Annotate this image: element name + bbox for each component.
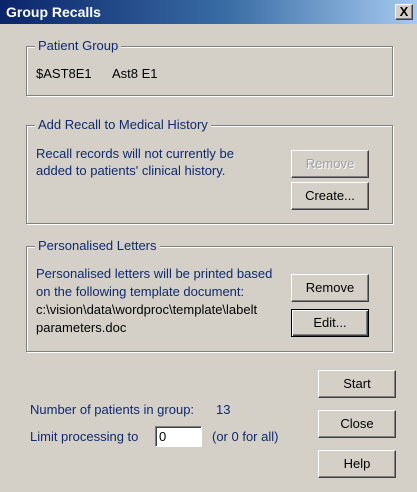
limit-processing-label: Limit processing to — [30, 429, 139, 444]
patients-count-value: 13 — [216, 402, 231, 417]
letters-message-line2: on the following template document: — [36, 284, 245, 299]
window-title: Group Recalls — [6, 4, 101, 20]
personalised-letters-box: Personalised Letters Personalised letter… — [26, 238, 393, 352]
limit-processing-input[interactable] — [155, 426, 202, 447]
add-recall-message-line2: added to patients' clinical history. — [36, 163, 226, 178]
remove-recall-button[interactable]: Remove — [291, 150, 369, 178]
add-recall-message-line1: Recall records will not currently be — [36, 146, 234, 161]
start-button[interactable]: Start — [318, 370, 396, 398]
add-recall-box: Add Recall to Medical History Recall rec… — [26, 117, 393, 224]
close-window-button[interactable]: X — [395, 4, 413, 20]
help-button[interactable]: Help — [318, 450, 396, 478]
create-recall-button[interactable]: Create... — [291, 182, 369, 210]
patient-group-box: Patient Group $AST8E1 Ast8 E1 — [26, 38, 393, 96]
patients-count-label: Number of patients in group: — [30, 402, 195, 417]
personalised-letters-legend: Personalised Letters — [35, 238, 160, 253]
patient-group-legend: Patient Group — [35, 38, 122, 53]
limit-processing-hint: (or 0 for all) — [212, 429, 279, 444]
patient-group-name: Ast8 E1 — [112, 66, 158, 81]
add-recall-legend: Add Recall to Medical History — [35, 117, 211, 132]
title-bar: Group Recalls X — [0, 0, 417, 24]
patient-group-code: $AST8E1 — [36, 66, 92, 81]
close-button[interactable]: Close — [318, 410, 396, 438]
letters-message-line1: Personalised letters will be printed bas… — [36, 266, 273, 281]
edit-letter-button[interactable]: Edit... — [291, 309, 369, 337]
remove-letter-button[interactable]: Remove — [291, 274, 369, 302]
template-path-line1: c:\vision\data\wordproc\template\labelt — [36, 302, 258, 317]
template-path-line2: parameters.doc — [36, 320, 127, 335]
